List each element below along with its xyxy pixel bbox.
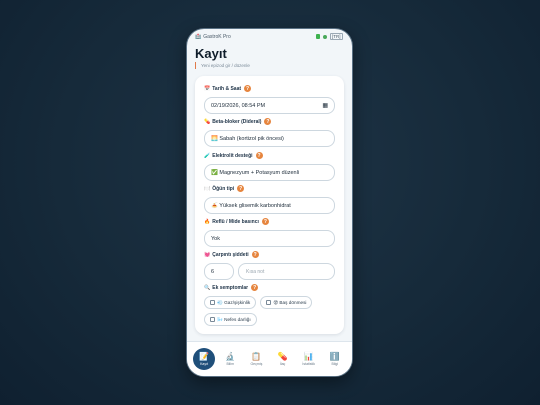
symptom-chip-breathlessness[interactable]: 🌬️ Nefes darlığı [204, 313, 257, 326]
reflux-field: 🔥 Reflü / Mide basıncı ? Yok [204, 217, 335, 247]
clipboard-icon: 📋 [251, 352, 262, 361]
bar-chart-icon: 📊 [303, 352, 314, 361]
nav-item-bilim[interactable]: 🔬 Bilim [219, 352, 241, 366]
calendar-icon: 📅 [204, 85, 211, 92]
entry-form: 📅 Tarih & Saat ? 02/19/2026, 08:54 PM ▦ … [195, 76, 344, 334]
nav-item-kayit[interactable]: 📝 Kayıt [193, 348, 216, 370]
pill-icon: 💊 [204, 118, 211, 125]
nav-item-gecmis[interactable]: 📋 Geçmiş [245, 352, 267, 366]
datetime-input[interactable]: 02/19/2026, 08:54 PM ▦ [204, 97, 335, 114]
symptom-options: 💨 Gaz/şişkinlik 😵 Baş dönmesi 🌬️ Nefes d… [204, 296, 335, 326]
help-icon[interactable]: ? [251, 284, 259, 291]
datetime-field: 📅 Tarih & Saat ? 02/19/2026, 08:54 PM ▦ [204, 84, 335, 114]
meal-label: Öğün tipi [212, 185, 235, 192]
page-subtitle: Yeni epizod gir / düzenle [195, 62, 250, 69]
app-icon: 🏥 [195, 33, 202, 40]
meal-select[interactable]: 🍝 Yüksek glisemik karbonhidrat [204, 197, 335, 214]
beta-blocker-select[interactable]: 🌅 Sabah (kortizol pik öncesi) [204, 130, 335, 147]
reflux-label: Reflü / Mide basıncı [212, 218, 259, 225]
microscope-icon: 🔬 [225, 352, 236, 361]
language-toggle[interactable]: [TR] [329, 33, 343, 40]
battery-icon [315, 34, 320, 39]
page-title: Kayıt [195, 46, 227, 61]
help-icon[interactable]: ? [237, 185, 245, 192]
checkbox[interactable] [210, 300, 215, 305]
phone-frame: 🏥 GastroK Pro [TR] Kayıt Yeni epizod gir… [187, 29, 352, 376]
magnifier-icon: 🔍 [204, 284, 211, 291]
meal-field: 🍽️ Öğün tipi ? 🍝 Yüksek glisemik karbonh… [204, 184, 335, 214]
test-tube-icon: 🧪 [204, 152, 211, 159]
app-name: GastroK Pro [203, 33, 231, 40]
palpitation-label: Çarpıntı şiddeti [212, 251, 249, 258]
symptoms-field: 🔍 Ek semptomlar ? 💨 Gaz/şişkinlik 😵 Baş … [204, 283, 335, 326]
heart-icon: 💓 [204, 251, 211, 258]
datetime-label: Tarih & Saat [212, 85, 242, 92]
help-icon[interactable]: ? [244, 85, 252, 92]
beta-blocker-field: 💊 Beta-bloker (Dideral) ? 🌅 Sabah (korti… [204, 117, 335, 147]
nav-item-ilac[interactable]: 💊 İlaç [272, 352, 294, 366]
nav-item-bilgi[interactable]: ℹ️ Bilgi [324, 352, 346, 366]
electrolyte-select[interactable]: ✅ Magnezyum + Potasyum düzenli [204, 164, 335, 181]
info-icon: ℹ️ [329, 352, 340, 361]
checkbox[interactable] [266, 300, 272, 305]
calendar-picker-icon[interactable]: ▦ [322, 102, 328, 109]
electrolyte-field: 🧪 Elektrolit desteği ? ✅ Magnezyum + Pot… [204, 151, 335, 181]
checkbox[interactable] [210, 317, 215, 322]
help-icon[interactable]: ? [261, 218, 269, 225]
help-icon[interactable]: ? [264, 118, 272, 125]
status-bar: 🏥 GastroK Pro [TR] [187, 29, 352, 44]
symptom-chip-bloating[interactable]: 💨 Gaz/şişkinlik [204, 296, 257, 309]
palpitation-severity-input[interactable]: 6 [204, 263, 234, 280]
nav-item-istatistik[interactable]: 📊 İstatistik [298, 352, 320, 366]
fire-icon: 🔥 [204, 218, 211, 225]
online-indicator-icon [322, 34, 327, 39]
symptoms-label: Ek semptomlar [212, 284, 249, 291]
pill-icon: 💊 [277, 352, 288, 361]
bottom-nav: 📝 Kayıt 🔬 Bilim 📋 Geçmiş 💊 İlaç 📊 İstati… [187, 341, 352, 376]
help-icon[interactable]: ? [255, 152, 263, 159]
palpitation-field: 💓 Çarpıntı şiddeti ? 6 Kısa not [204, 250, 335, 280]
symptom-chip-dizziness[interactable]: 😵 Baş dönmesi [260, 296, 313, 309]
note-input[interactable]: Kısa not [238, 263, 335, 280]
memo-icon: 📝 [199, 352, 210, 361]
electrolyte-label: Elektrolit desteği [212, 152, 253, 159]
help-icon[interactable]: ? [251, 251, 259, 258]
beta-blocker-label: Beta-bloker (Dideral) [212, 118, 262, 125]
plate-icon: 🍽️ [204, 185, 211, 192]
reflux-select[interactable]: Yok [204, 230, 335, 247]
